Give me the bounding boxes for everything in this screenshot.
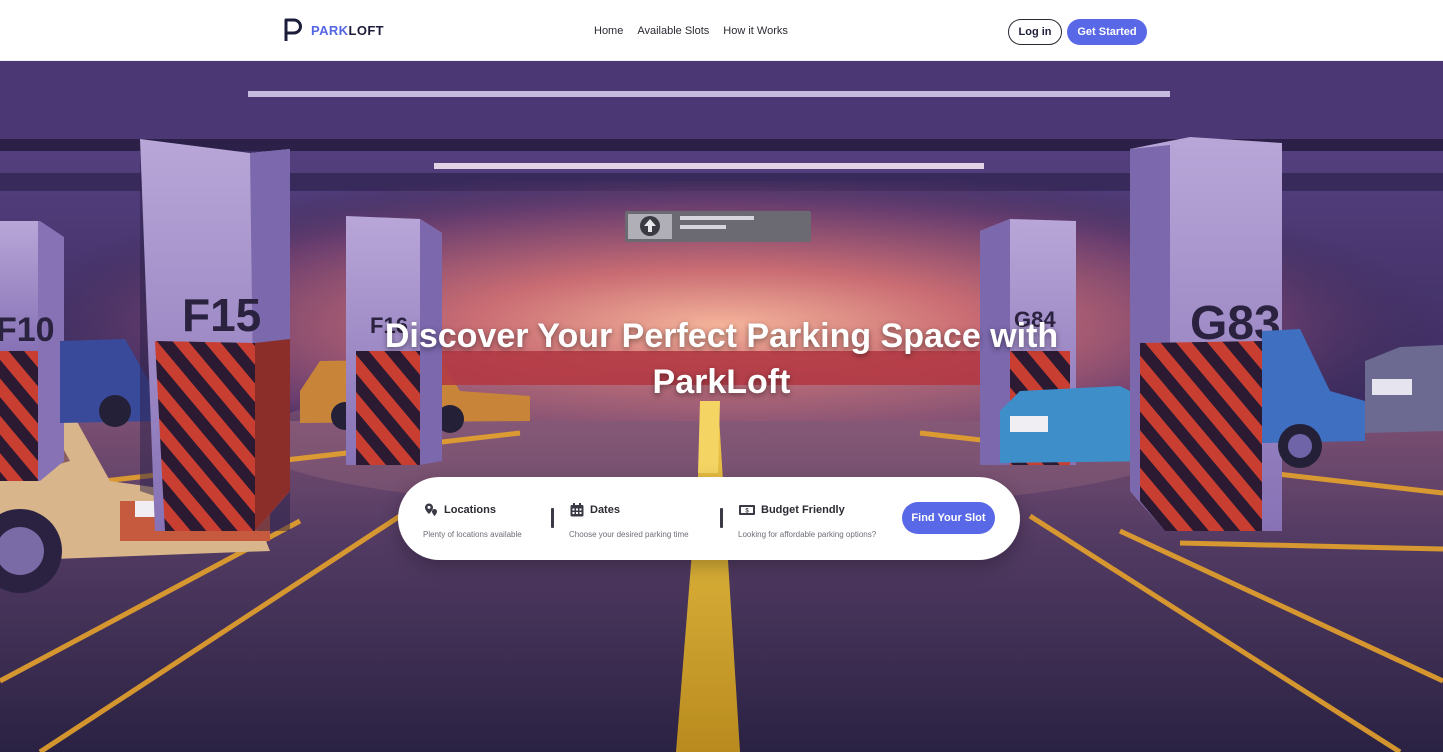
option-dates-description: Choose your desired parking time <box>569 530 689 539</box>
option-locations-title: Locations <box>444 504 496 516</box>
hero-title: Discover Your Perfect Parking Space with… <box>0 313 1443 405</box>
logo-p-icon <box>284 18 302 41</box>
option-locations-description: Plenty of locations available <box>423 530 522 539</box>
divider <box>551 508 554 528</box>
option-locations-head: Locations <box>423 502 522 518</box>
brand-logo[interactable]: PARKLOFT <box>284 18 384 42</box>
option-locations[interactable]: Locations Plenty of locations available <box>423 502 522 539</box>
site-header: PARKLOFT Home Available Slots How it Wor… <box>0 0 1443 61</box>
option-dates-title: Dates <box>590 504 620 516</box>
divider <box>720 508 723 528</box>
hero-section: F10 F15 F16 G84 G83 Discover Your Perfec… <box>0 61 1443 752</box>
option-dates-head: Dates <box>569 502 689 518</box>
login-button[interactable]: Log in <box>1008 19 1062 45</box>
calendar-icon <box>570 503 584 517</box>
brand-name: PARKLOFT <box>311 23 384 38</box>
find-your-slot-button[interactable]: Find Your Slot <box>902 502 995 534</box>
nav-link-available-slots[interactable]: Available Slots <box>637 25 709 37</box>
money-icon: $ <box>739 505 755 515</box>
brand-name-accent: PARK <box>311 22 349 38</box>
option-budget-title: Budget Friendly <box>761 504 845 516</box>
option-budget-head: $ Budget Friendly <box>738 502 876 518</box>
map-pin-icon <box>425 503 437 516</box>
option-dates[interactable]: Dates Choose your desired parking time <box>569 502 689 539</box>
brand-name-rest: LOFT <box>348 22 385 38</box>
hero-title-line-2: ParkLoft <box>652 363 791 401</box>
option-budget-description: Looking for affordable parking options? <box>738 530 877 539</box>
parking-garage-illustration: F10 F15 F16 G84 G83 <box>0 61 1443 752</box>
nav-link-how-it-works[interactable]: How it Works <box>723 25 788 37</box>
main-nav: Home Available Slots How it Works <box>594 25 788 37</box>
nav-link-home[interactable]: Home <box>594 25 623 37</box>
get-started-button[interactable]: Get Started <box>1067 19 1147 45</box>
hero-title-line-1: Discover Your Perfect Parking Space with <box>384 317 1059 355</box>
search-card: Locations Plenty of locations available … <box>398 477 1020 560</box>
option-budget[interactable]: $ Budget Friendly Looking for affordable… <box>738 502 876 539</box>
